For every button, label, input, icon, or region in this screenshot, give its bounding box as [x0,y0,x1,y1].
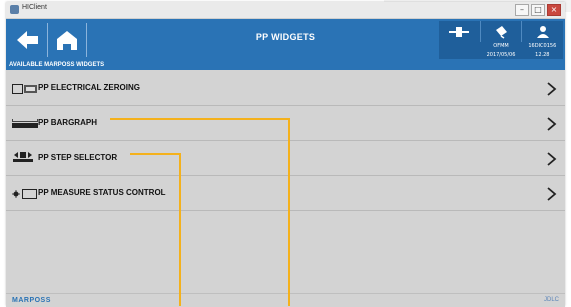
list-item-step-selector[interactable]: PP STEP SELECTOR [6,141,565,176]
section-title: AVAILABLE MARPOSS WIDGETS [6,61,565,70]
status-blank [439,51,480,59]
app-window: HIClient – □ × PP WIDGETS OFMM 16DIC0156… [6,2,565,307]
annotation-line-step-h [130,153,181,155]
status-icons-row [439,21,563,42]
status-text-row-a: OFMM 16DIC0156 [439,42,563,51]
annotation-line-step-v [179,153,181,306]
status-time: 12.28 [535,52,550,58]
titlebar: HIClient – □ × [6,2,565,19]
status-panel: OFMM 16DIC0156 2017/05/06 12.28 [439,21,563,59]
bargraph-icon [12,119,38,128]
user-icon [536,25,549,38]
close-button[interactable]: × [547,4,561,16]
annotation-line-bargraph-h [110,118,290,120]
item-label: PP MEASURE STATUS CONTROL [38,188,166,197]
probe-status-cell[interactable] [439,21,481,42]
maximize-button[interactable]: □ [531,4,545,16]
status-date: 2017/05/06 [486,52,516,58]
connection-icon [496,25,507,39]
list-item-bargraph[interactable]: PP BARGRAPH [6,106,565,141]
window-controls: – □ × [515,4,561,16]
measure-status-icon [12,189,37,199]
minimize-button[interactable]: – [515,4,529,16]
status-id: 16DIC0156 [528,43,557,49]
item-label: PP STEP SELECTOR [38,153,118,162]
user-status-cell[interactable] [522,21,563,42]
status-text-row-b: 2017/05/06 12.28 [439,51,563,59]
header-bar: PP WIDGETS OFMM 16DIC0156 2017/05/06 12.… [6,19,565,61]
chevron-right-icon [547,117,557,131]
footer: MARPOSS JDLC [6,293,565,307]
chevron-right-icon [547,82,557,96]
status-blank [439,42,480,51]
probe-icon [449,26,470,37]
marposs-logo: MARPOSS [12,297,51,304]
widget-list: PP ELECTRICAL ZEROING PP BARGRAPH PP STE… [6,71,565,211]
electrical-zeroing-icon [12,84,37,94]
list-item-electrical-zeroing[interactable]: PP ELECTRICAL ZEROING [6,71,565,106]
window-title: HIClient [22,4,47,11]
connection-status-cell[interactable] [481,21,523,42]
chevron-right-icon [547,152,557,166]
app-icon [10,5,19,14]
item-label: PP BARGRAPH [38,118,97,127]
item-label: PP ELECTRICAL ZEROING [38,83,140,92]
annotation-line-bargraph-v [288,118,290,306]
step-selector-icon [13,152,33,162]
list-item-measure-status[interactable]: PP MEASURE STATUS CONTROL [6,176,565,211]
status-mode: OFMM [493,43,509,49]
brand-mark: JDLC [543,297,559,303]
chevron-right-icon [547,187,557,201]
